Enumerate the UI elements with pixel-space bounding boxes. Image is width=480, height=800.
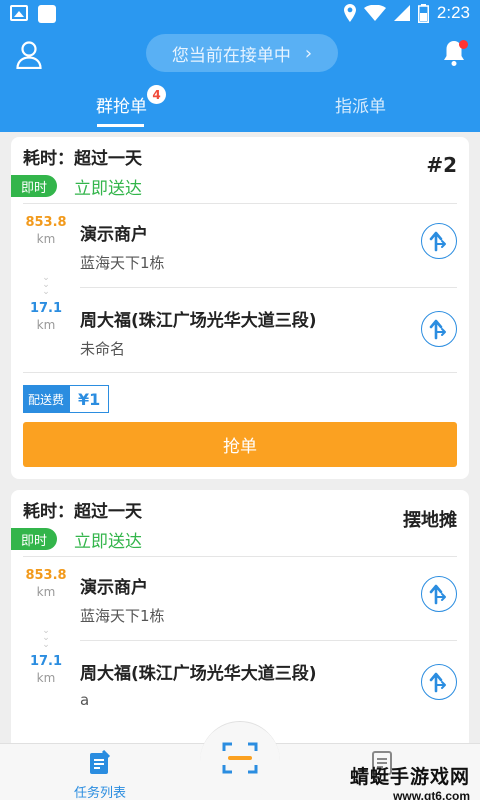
scan-icon[interactable] [222,741,258,775]
notification-dot [459,40,468,49]
dropoff-navigate-button[interactable] [421,311,457,347]
wifi-icon [363,5,386,21]
grab-order-button[interactable]: 抢单 [23,422,457,467]
battery-icon [417,3,429,23]
divider [80,287,457,288]
dropoff-row: 17.1 km 周大福(珠江广场光华大道三段) 未命名 [11,291,469,375]
navigation-arrow-icon [429,672,446,693]
pickup-name: 演示商户 [80,578,148,598]
divider [80,640,457,641]
watermark: 蜻蜓手游戏网 www.qt6.com [350,762,470,800]
dropoff-distance-unit: km [36,318,56,332]
elapsed-time: 耗时：超过一天 [23,149,142,169]
user-profile-icon[interactable] [16,41,42,69]
elapsed-time: 耗时：超过一天 [23,502,142,522]
tab-assigned[interactable]: 指派单 [335,92,386,117]
tab-group-grab[interactable]: 群抢单 [96,92,147,117]
pickup-navigate-button[interactable] [421,576,457,612]
dropoff-distance-value: 17.1 [29,654,63,669]
pickup-navigate-button[interactable] [421,223,457,259]
dropoff-distance: 17.1 km [21,654,71,685]
order-tabs: 群抢单 4 指派单 [0,85,480,132]
accepting-orders-text: 您当前在接单中 [171,45,291,66]
order-tag: 摆地摊 [403,510,457,531]
app-notification-icon [38,5,56,23]
dropoff-row: 17.1 km 周大福(珠江广场光华大道三段) a [11,644,469,728]
delivery-fee: 配送费 ¥1 [23,385,110,413]
signal-icon [393,5,410,21]
pickup-address: 蓝海天下1栋 [80,607,165,625]
watermark-title: 蜻蜓手游戏网 [349,766,470,788]
dropoff-navigate-button[interactable] [421,664,457,700]
nav-task-list[interactable]: 任务列表 [70,749,130,800]
instant-badge: 即时 [11,528,57,550]
dropoff-distance: 17.1 km [21,301,71,332]
divider [23,203,457,204]
dropoff-address: a [80,691,90,709]
location-icon [343,4,356,22]
navigation-arrow-icon [429,319,446,340]
header: 您当前在接单中 › 群抢单 4 指派单 [0,28,480,132]
divider [23,372,457,373]
divider [23,556,457,557]
pickup-distance: 853.8 km [21,568,71,599]
watermark-url: www.qt6.com [393,789,470,800]
dropoff-distance-value: 17.1 [29,301,63,316]
pickup-row: 853.8 km 演示商户 蓝海天下1栋 [11,207,469,291]
dropoff-address: 未命名 [80,340,126,358]
navigation-arrow-icon [429,584,446,605]
dropoff-name: 周大福(珠江广场光华大道三段) [80,664,317,684]
delivery-type: 立即送达 [74,179,142,199]
pickup-name: 演示商户 [80,225,148,245]
pickup-distance-value: 853.8 [25,215,67,230]
image-notification-icon [10,5,28,21]
task-list-icon [90,749,111,774]
pickup-distance-unit: km [36,232,56,246]
status-time: 2:23 [436,3,470,22]
delivery-type: 立即送达 [74,532,142,552]
order-tag: #2 [426,153,457,177]
tab-group-grab-badge: 4 [147,85,166,104]
order-card[interactable]: 耗时：超过一天 #2 即时 立即送达 853.8 km 演示商户 蓝海天下1栋 … [11,137,469,479]
accepting-orders-status[interactable]: 您当前在接单中 › [146,34,338,72]
dropoff-distance-unit: km [36,671,56,685]
pickup-row: 853.8 km 演示商户 蓝海天下1栋 [11,560,469,644]
pickup-address: 蓝海天下1栋 [80,254,165,272]
fee-value: ¥1 [69,385,110,413]
nav-task-list-label: 任务列表 [73,786,126,800]
fee-label: 配送费 [23,385,70,413]
pickup-distance-value: 853.8 [25,568,67,583]
order-card[interactable]: 耗时：超过一天 摆地摊 即时 立即送达 853.8 km 演示商户 蓝海天下1栋… [11,490,469,750]
pickup-distance: 853.8 km [21,215,71,246]
chevron-right-icon: › [304,42,313,64]
active-tab-indicator [97,124,144,127]
instant-badge: 即时 [11,175,57,197]
pickup-distance-unit: km [36,585,56,599]
dropoff-name: 周大福(珠江广场光华大道三段) [80,311,317,331]
navigation-arrow-icon [429,231,446,252]
status-bar: 2:23 [0,0,480,28]
